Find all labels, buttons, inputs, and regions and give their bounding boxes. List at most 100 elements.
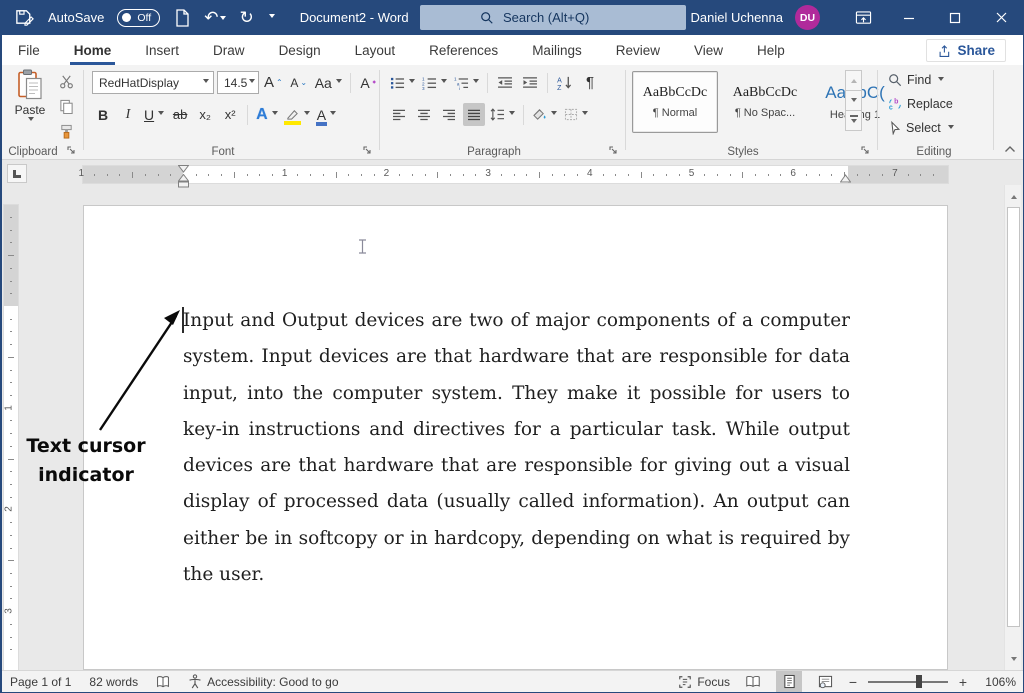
right-indent-marker[interactable] — [840, 174, 851, 183]
italic-button[interactable]: I — [117, 103, 139, 126]
more-commands-icon[interactable] — [269, 14, 275, 21]
first-line-indent-marker[interactable] — [178, 165, 189, 173]
undo-button[interactable]: ↶ — [204, 9, 226, 26]
line-spacing-button[interactable] — [488, 103, 517, 126]
format-painter-button[interactable] — [54, 121, 78, 142]
styles-dialog-launcher-icon[interactable] — [861, 146, 871, 156]
underline-button[interactable]: U — [142, 103, 166, 126]
numbering-button[interactable]: 1 2 3 — [420, 71, 449, 94]
tab-help[interactable]: Help — [755, 37, 787, 64]
tab-draw[interactable]: Draw — [211, 37, 247, 64]
font-name-select[interactable]: RedHatDisplay — [92, 71, 214, 94]
align-left-button[interactable] — [388, 103, 410, 126]
new-document-icon[interactable] — [173, 8, 191, 28]
tab-mailings[interactable]: Mailings — [530, 37, 584, 64]
user-name[interactable]: Daniel Uchenna — [690, 10, 783, 25]
tab-review[interactable]: Review — [614, 37, 662, 64]
focus-button[interactable]: Focus — [678, 675, 730, 689]
document-paragraph[interactable]: Input and Output devices are two of majo… — [183, 303, 850, 593]
find-icon — [888, 73, 902, 87]
tab-references[interactable]: References — [427, 37, 500, 64]
strikethrough-button[interactable]: ab — [169, 103, 191, 126]
tab-design[interactable]: Design — [277, 37, 323, 64]
vertical-scrollbar[interactable] — [1004, 185, 1021, 670]
vertical-ruler[interactable]: 123 — [4, 205, 18, 670]
tab-home[interactable]: Home — [72, 37, 114, 64]
collapse-ribbon-icon[interactable] — [1004, 145, 1016, 153]
subscript-button[interactable]: x₂ — [194, 103, 216, 126]
save-icon[interactable] — [14, 7, 35, 28]
multilevel-list-button[interactable]: 1 a i — [452, 71, 481, 94]
horizontal-ruler[interactable]: 11234567 — [83, 166, 948, 183]
bullets-button[interactable] — [388, 71, 417, 94]
share-button[interactable]: Share — [926, 39, 1006, 62]
scroll-down-button[interactable] — [1005, 650, 1022, 668]
font-color-button[interactable]: A — [315, 103, 338, 126]
zoom-slider-handle[interactable] — [916, 675, 922, 688]
bold-button[interactable]: B — [92, 103, 114, 126]
document-page[interactable]: Input and Output devices are two of majo… — [83, 205, 948, 670]
zoom-level[interactable]: 106% — [978, 675, 1016, 689]
borders-button[interactable] — [562, 103, 590, 126]
show-formatting-button[interactable]: ¶ — [579, 71, 601, 94]
change-case-button[interactable]: Aa — [313, 71, 344, 94]
font-size-select[interactable]: 14.5 — [217, 71, 259, 94]
style-no-spacing[interactable]: AaBbCcDc ¶ No Spac... — [722, 71, 808, 133]
scroll-up-icon — [1011, 192, 1017, 199]
proofing-button[interactable] — [156, 675, 170, 689]
zoom-in-button[interactable]: + — [958, 674, 968, 690]
scroll-up-button[interactable] — [1005, 187, 1022, 205]
page-indicator[interactable]: Page 1 of 1 — [10, 675, 71, 689]
align-right-button[interactable] — [438, 103, 460, 126]
styles-scroll-up-button[interactable] — [845, 70, 862, 91]
status-bar: Page 1 of 1 82 words Accessibility: Good… — [0, 670, 1024, 693]
redo-icon[interactable]: ↻ — [239, 9, 253, 26]
highlight-color-button[interactable] — [283, 103, 312, 126]
clipboard-dialog-launcher-icon[interactable] — [67, 146, 77, 156]
tab-insert[interactable]: Insert — [143, 37, 181, 64]
tab-selector-button[interactable] — [7, 164, 27, 183]
align-center-button[interactable] — [413, 103, 435, 126]
zoom-out-button[interactable]: − — [848, 674, 858, 690]
find-button[interactable]: Find — [888, 73, 944, 87]
style-normal[interactable]: AaBbCcDc ¶ Normal — [632, 71, 718, 133]
accessibility-status[interactable]: Accessibility: Good to go — [188, 674, 338, 689]
autosave-toggle[interactable]: Off — [117, 9, 160, 27]
minimize-button[interactable] — [886, 0, 932, 35]
shrink-font-button[interactable]: A⌄ — [288, 71, 310, 94]
decrease-indent-button[interactable] — [494, 71, 516, 94]
justify-button[interactable] — [463, 103, 485, 126]
ribbon-display-options-button[interactable] — [840, 0, 886, 35]
tab-view[interactable]: View — [692, 37, 725, 64]
tab-layout[interactable]: Layout — [353, 37, 398, 64]
word-count[interactable]: 82 words — [89, 675, 138, 689]
zoom-slider[interactable] — [868, 681, 948, 683]
sort-button[interactable]: A Z — [554, 71, 576, 94]
hanging-indent-marker[interactable] — [178, 174, 189, 188]
cut-button[interactable] — [54, 71, 78, 92]
maximize-button[interactable] — [932, 0, 978, 35]
copy-button[interactable] — [54, 96, 78, 117]
text-effects-button[interactable]: A — [254, 103, 280, 126]
search-input[interactable]: Search (Alt+Q) — [420, 5, 686, 30]
styles-gallery-more-button[interactable] — [845, 110, 862, 131]
font-dialog-launcher-icon[interactable] — [363, 146, 373, 156]
clear-formatting-button[interactable]: A▪ — [357, 71, 379, 94]
print-layout-button[interactable] — [776, 671, 802, 692]
paragraph-dialog-launcher-icon[interactable] — [609, 146, 619, 156]
svg-text:b: b — [894, 99, 898, 106]
scrollbar-thumb[interactable] — [1007, 207, 1020, 627]
avatar[interactable]: DU — [795, 5, 820, 30]
select-button[interactable]: Select — [888, 121, 954, 135]
shading-button[interactable] — [530, 103, 559, 126]
web-layout-button[interactable] — [812, 671, 838, 692]
grow-font-button[interactable]: A⌃ — [262, 71, 285, 94]
styles-scroll-down-button[interactable] — [845, 90, 862, 111]
paste-button[interactable]: Paste — [8, 69, 52, 145]
increase-indent-button[interactable] — [519, 71, 541, 94]
replace-button[interactable]: b c Replace — [888, 97, 953, 111]
superscript-button[interactable]: x² — [219, 103, 241, 126]
close-button[interactable] — [978, 0, 1024, 35]
tab-file[interactable]: File — [16, 37, 42, 64]
read-mode-button[interactable] — [740, 671, 766, 692]
